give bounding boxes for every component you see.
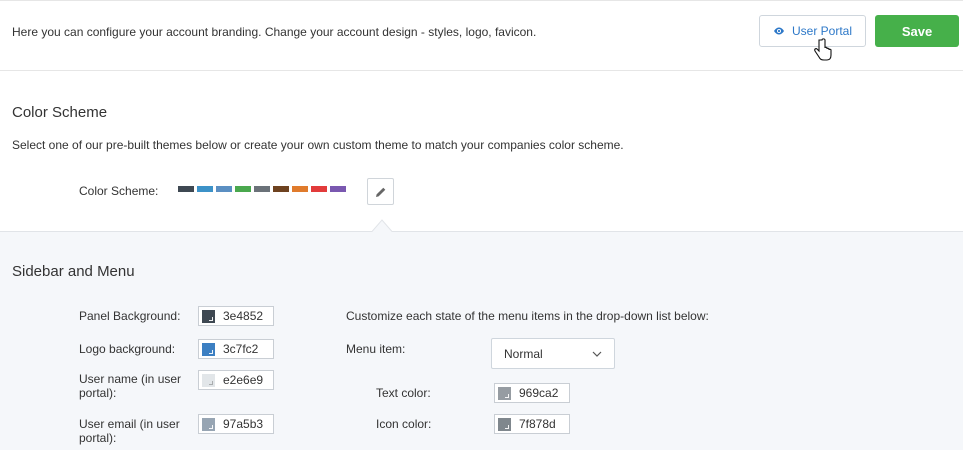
color-chip: [498, 417, 511, 431]
edit-color-scheme-button[interactable]: [367, 178, 394, 205]
scheme-swatch[interactable]: [197, 186, 213, 192]
section-divider: [0, 231, 963, 232]
menu-item-select[interactable]: Normal: [491, 338, 615, 369]
color-value: 3e4852: [223, 309, 264, 323]
user-name-label: User name (in user portal):: [79, 372, 182, 400]
color-scheme-description: Select one of our pre-built themes below…: [12, 138, 624, 152]
text-color-input[interactable]: 969ca2: [494, 383, 570, 403]
panel-background-label: Panel Background:: [79, 309, 181, 323]
color-chip: [202, 342, 215, 356]
icon-color-input[interactable]: 7f878d: [494, 414, 570, 434]
scheme-swatch[interactable]: [273, 186, 289, 192]
color-scheme-label: Color Scheme:: [79, 184, 159, 198]
save-button[interactable]: Save: [875, 15, 959, 47]
user-name-color-input[interactable]: e2e6e9: [198, 370, 274, 390]
scheme-swatch[interactable]: [254, 186, 270, 192]
scheme-swatch[interactable]: [330, 186, 346, 192]
text-color-label: Text color:: [376, 386, 431, 400]
color-scheme-swatches[interactable]: [178, 186, 346, 192]
scheme-swatch[interactable]: [292, 186, 308, 192]
scheme-swatch[interactable]: [235, 186, 251, 192]
sidebar-menu-title: Sidebar and Menu: [12, 263, 135, 280]
scheme-swatch[interactable]: [311, 186, 327, 192]
menu-item-selected: Normal: [504, 346, 543, 361]
section-pointer: [372, 219, 392, 232]
scheme-swatch[interactable]: [178, 186, 194, 192]
eye-icon: [773, 27, 784, 35]
color-value: 3c7fc2: [223, 342, 259, 356]
panel-background-input[interactable]: 3e4852: [198, 306, 274, 326]
color-value: e2e6e9: [223, 373, 264, 387]
logo-background-input[interactable]: 3c7fc2: [198, 339, 274, 359]
color-chip: [202, 373, 215, 387]
color-chip: [202, 417, 215, 431]
pencil-icon: [375, 187, 385, 197]
icon-color-label: Icon color:: [376, 417, 432, 431]
color-value: 7f878d: [519, 417, 556, 431]
user-email-color-input[interactable]: 97a5b3: [198, 414, 274, 434]
color-chip: [202, 309, 215, 323]
color-scheme-section: [0, 72, 963, 232]
logo-background-label: Logo background:: [79, 342, 176, 356]
chevron-down-icon: [592, 351, 602, 357]
hand-cursor-icon: [814, 38, 832, 61]
color-value: 969ca2: [519, 386, 559, 400]
menu-instructions: Customize each state of the menu items i…: [346, 309, 709, 323]
user-email-label: User email (in user portal):: [79, 417, 180, 445]
color-chip: [498, 386, 511, 400]
color-scheme-title: Color Scheme: [12, 104, 108, 121]
menu-item-label: Menu item:: [346, 342, 406, 356]
user-portal-label: User Portal: [791, 24, 853, 38]
color-value: 97a5b3: [223, 417, 264, 431]
scheme-swatch[interactable]: [216, 186, 232, 192]
intro-text: Here you can configure your account bran…: [12, 25, 537, 39]
